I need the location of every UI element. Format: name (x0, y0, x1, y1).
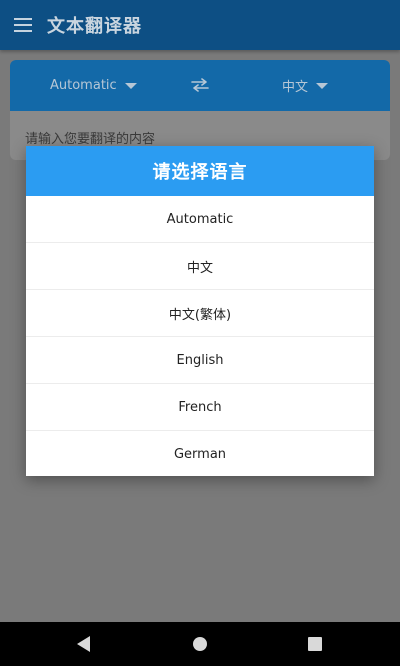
language-option-automatic[interactable]: Automatic (26, 196, 374, 243)
dialog-title: 请选择语言 (26, 146, 374, 196)
language-list: Automatic 中文 中文(繁体) English French Germa… (26, 196, 374, 477)
recents-square-icon[interactable] (308, 637, 322, 651)
system-nav-bar (0, 622, 400, 666)
hamburger-menu-icon[interactable] (14, 18, 32, 32)
source-language-label: Automatic (50, 78, 117, 93)
translator-card: Automatic 中文 请输入您要翻译的内容 (10, 60, 390, 160)
language-option-german[interactable]: German (26, 431, 374, 477)
app-bar: 文本翻译器 (0, 0, 400, 50)
language-option-chinese-traditional[interactable]: 中文(繁体) (26, 290, 374, 337)
home-circle-icon[interactable] (193, 637, 207, 651)
back-triangle-icon[interactable] (77, 636, 90, 652)
target-language-label: 中文 (282, 80, 309, 95)
chevron-down-icon (316, 82, 329, 89)
language-option-french[interactable]: French (26, 384, 374, 431)
language-dialog: 请选择语言 Automatic 中文 中文(繁体) English French… (26, 146, 374, 476)
chevron-down-icon (124, 82, 137, 89)
target-language-select[interactable]: 中文 (282, 76, 329, 95)
app-title: 文本翻译器 (47, 16, 142, 37)
swap-arrows-icon[interactable] (190, 78, 210, 92)
language-option-english[interactable]: English (26, 337, 374, 384)
translation-input[interactable]: 请输入您要翻译的内容 (25, 128, 155, 147)
language-bar: Automatic 中文 (10, 60, 390, 111)
language-option-chinese[interactable]: 中文 (26, 243, 374, 290)
source-language-select[interactable]: Automatic (50, 78, 137, 93)
